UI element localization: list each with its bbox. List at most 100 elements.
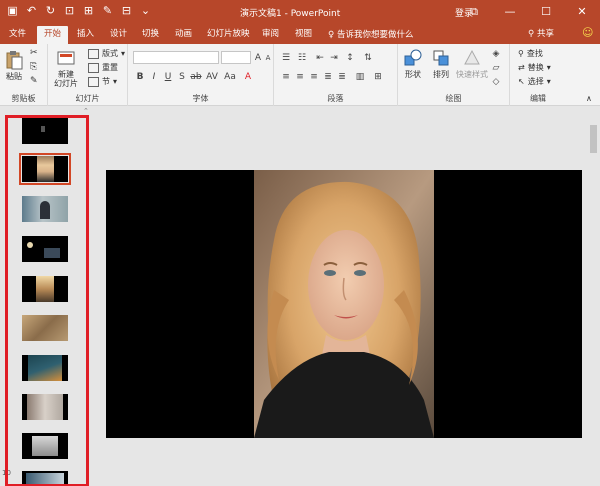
minimize-icon[interactable]: —	[492, 0, 528, 24]
slide-thumbnail-panel[interactable]: 10 ⌃	[0, 107, 92, 486]
strikethrough-icon[interactable]: ab	[190, 71, 202, 83]
slide-thumbnail[interactable]	[22, 315, 68, 341]
select-button[interactable]: ↖ 选择 ▾	[518, 76, 551, 87]
shape-effects-icon[interactable]: ◇	[490, 76, 502, 88]
decrease-indent-icon[interactable]: ⇤	[314, 52, 326, 64]
shapes-icon	[404, 49, 422, 66]
tab-home[interactable]: 开始	[37, 26, 69, 44]
quick-styles-icon	[464, 49, 480, 65]
section-button[interactable]: 节 ▾	[88, 76, 117, 87]
undo-icon[interactable]: ↶	[25, 4, 38, 18]
align-center-icon[interactable]: ≡	[294, 71, 306, 83]
slide-number: 10	[2, 469, 11, 477]
slide-thumbnail[interactable]	[22, 276, 68, 302]
editing-group: ⚲ 查找 ⇄ 替换 ▾ ↖ 选择 ▾ 编辑	[510, 44, 566, 106]
decrease-font-icon[interactable]: A	[262, 52, 274, 64]
font-color-icon[interactable]: A	[242, 71, 254, 83]
section-icon	[88, 76, 99, 87]
panel-resize-icon[interactable]: ⌃	[83, 107, 89, 115]
collapse-ribbon-icon[interactable]: ∧	[586, 94, 592, 103]
numbering-icon[interactable]: ☷	[296, 52, 308, 64]
tab-view[interactable]: 视图	[295, 27, 312, 44]
copy-icon[interactable]: ⎘	[30, 62, 41, 72]
shape-fill-icon[interactable]: ◈	[490, 48, 502, 60]
paste-button[interactable]: 粘贴	[4, 50, 24, 81]
ribbon-display-options-icon[interactable]: ⧉	[456, 0, 492, 24]
tab-review[interactable]: 审阅	[262, 27, 279, 44]
change-case-icon[interactable]: Aa	[224, 71, 236, 83]
slide-canvas[interactable]	[106, 170, 582, 438]
portrait-photo[interactable]	[254, 170, 434, 438]
slide-thumbnail[interactable]	[22, 118, 68, 144]
layout-button[interactable]: 版式 ▾	[88, 48, 125, 59]
save-icon[interactable]: ▣	[6, 4, 19, 18]
slide-thumbnail[interactable]	[22, 471, 68, 486]
font-group-label: 字体	[192, 94, 209, 103]
customize-qat-icon[interactable]: ⌄	[139, 4, 152, 18]
tab-animations[interactable]: 动画	[175, 27, 192, 44]
slide-thumbnail[interactable]	[22, 236, 68, 262]
find-button[interactable]: ⚲ 查找	[518, 48, 543, 59]
new-slide-button[interactable]: 新建 幻灯片	[54, 48, 78, 88]
italic-icon[interactable]: I	[148, 71, 160, 83]
shape-outline-icon[interactable]: ▱	[490, 62, 502, 74]
slide-thumbnail[interactable]	[22, 196, 68, 222]
increase-indent-icon[interactable]: ⇥	[328, 52, 340, 64]
share-button[interactable]: ⚲ 共享	[528, 27, 554, 39]
align-right-icon[interactable]: ≡	[308, 71, 320, 83]
tell-me-text: 告诉我你想要做什么	[336, 30, 414, 40]
align-left-icon[interactable]: ≡	[280, 71, 292, 83]
character-spacing-icon[interactable]: AV	[206, 71, 218, 83]
paragraph-group-label: 段落	[327, 94, 344, 103]
distributed-icon[interactable]: ≣	[336, 71, 348, 83]
tab-insert[interactable]: 插入	[77, 27, 94, 44]
format-painter-icon[interactable]: ✎	[101, 4, 114, 18]
font-size-select[interactable]	[221, 51, 251, 64]
select-icon: ↖	[518, 77, 525, 86]
replace-button[interactable]: ⇄ 替换 ▾	[518, 62, 551, 73]
bullets-icon[interactable]: ☰	[280, 52, 292, 64]
quick-access-toolbar: ▣ ↶ ↻ ⊡ ⊞ ✎ ⊟ ⌄	[6, 4, 152, 18]
justify-icon[interactable]: ≣	[322, 71, 334, 83]
new-file-icon[interactable]: ⊞	[82, 4, 95, 18]
underline-icon[interactable]: U	[162, 71, 174, 83]
shadow-icon[interactable]: S	[176, 71, 188, 83]
smartart-icon[interactable]: ⊞	[372, 71, 384, 83]
tab-design[interactable]: 设计	[110, 27, 127, 44]
text-direction-icon[interactable]: ⇅	[362, 52, 374, 64]
slideshow-icon[interactable]: ⊟	[120, 4, 133, 18]
format-painter-icon[interactable]: ✎	[30, 76, 41, 86]
start-from-beginning-icon[interactable]: ⊡	[63, 4, 76, 18]
reset-button[interactable]: 重置	[88, 62, 118, 73]
redo-icon[interactable]: ↻	[44, 4, 57, 18]
tab-transitions[interactable]: 切换	[142, 27, 159, 44]
maximize-icon[interactable]: ☐	[528, 0, 564, 24]
smiley-feedback-icon[interactable]: ☺	[582, 26, 593, 39]
scrollbar-thumb[interactable]	[590, 125, 597, 153]
portrait-image	[254, 170, 434, 438]
arrange-button[interactable]: 排列	[431, 48, 451, 79]
tab-slideshow[interactable]: 幻灯片放映	[207, 27, 250, 44]
columns-icon[interactable]: ▥	[354, 71, 366, 83]
tell-me-search[interactable]: ♀ 告诉我你想要做什么	[328, 28, 413, 40]
quick-styles-button[interactable]: 快速样式	[456, 48, 488, 79]
font-family-select[interactable]	[133, 51, 219, 64]
font-group: A A B I U S ab AV Aa A 字体	[128, 44, 274, 106]
slide-thumbnail[interactable]	[22, 394, 68, 420]
bold-icon[interactable]: B	[134, 71, 146, 83]
slides-group: 新建 幻灯片 版式 ▾ 重置 节 ▾ 幻灯片	[48, 44, 128, 106]
cut-icon[interactable]: ✂	[30, 48, 41, 58]
editing-group-label: 编辑	[530, 94, 546, 103]
tab-file[interactable]: 文件	[9, 27, 26, 44]
line-spacing-icon[interactable]: ↕	[344, 52, 356, 64]
slide-thumbnail-selected[interactable]	[19, 153, 71, 185]
slide-thumbnail[interactable]	[22, 433, 68, 459]
replace-icon: ⇄	[518, 63, 525, 72]
reset-icon	[88, 62, 99, 73]
vertical-scrollbar[interactable]	[587, 107, 600, 486]
slide-thumbnail[interactable]	[22, 355, 68, 381]
window-controls: ⧉ — ☐ ✕	[456, 0, 600, 24]
ribbon-tabs: 文件 开始 插入 设计 切换 动画 幻灯片放映 审阅 视图 ♀ 告诉我你想要做什…	[0, 24, 600, 44]
close-icon[interactable]: ✕	[564, 0, 600, 24]
shapes-button[interactable]: 形状	[403, 48, 423, 79]
